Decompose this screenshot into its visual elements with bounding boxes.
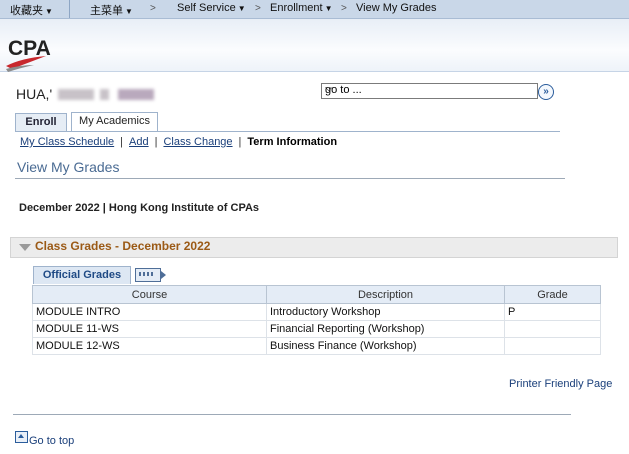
column-header-description[interactable]: Description (266, 285, 505, 304)
column-header-grade[interactable]: Grade (504, 285, 601, 304)
cell-course: MODULE 12-WS (32, 337, 267, 355)
redaction-blur (100, 89, 109, 100)
favorites-menu[interactable]: 收藏夹 ▼ (10, 2, 53, 18)
current-term-information: Term Information (247, 136, 338, 148)
go-to-top-icon[interactable] (15, 431, 28, 443)
breadcrumb-enrollment[interactable]: Enrollment ▼ (270, 2, 333, 14)
cell-description: Business Finance (Workshop) (266, 337, 505, 355)
main-menu-label: 主菜单 (90, 5, 123, 17)
breadcrumb-label: Self Service (177, 2, 236, 14)
table-row: MODULE 12-WS Business Finance (Workshop) (32, 337, 601, 355)
cell-course: MODULE 11-WS (32, 320, 267, 338)
subnav-separator: | (154, 136, 158, 148)
cell-course: MODULE INTRO (32, 303, 267, 321)
goto-go-button[interactable]: » (538, 84, 554, 100)
breadcrumb-self-service[interactable]: Self Service ▼ (177, 2, 246, 14)
page-title: View My Grades (17, 159, 120, 175)
goto-select[interactable]: go to ... ⌵ (321, 83, 538, 99)
breadcrumb-label: Enrollment (270, 2, 323, 14)
breadcrumb-sep: > (255, 3, 261, 14)
cell-grade (504, 320, 601, 338)
table-row: MODULE 11-WS Financial Reporting (Worksh… (32, 320, 601, 338)
link-add[interactable]: Add (129, 136, 149, 148)
caret-down-icon: ▼ (125, 7, 133, 16)
link-class-change[interactable]: Class Change (163, 136, 232, 148)
table-row: MODULE INTRO Introductory Workshop P (32, 303, 601, 321)
column-header-course[interactable]: Course (32, 285, 267, 304)
nav-divider (69, 0, 70, 18)
user-name-text: HUA,' (16, 86, 53, 102)
chevron-down-icon: ⌵ (325, 83, 333, 94)
top-nav-bar: 收藏夹 ▼ 主菜单 ▼ > Self Service ▼ > Enrollment ▼ … (0, 0, 629, 19)
caret-down-icon: ▼ (237, 4, 246, 13)
printer-friendly-link[interactable]: Printer Friendly Page (509, 378, 612, 390)
user-name: HUA,' (16, 86, 52, 102)
logo-swoosh-icon (6, 56, 46, 72)
favorites-label: 收藏夹 (10, 5, 43, 17)
tab-divider (15, 131, 560, 132)
tab-label: My Academics (79, 115, 150, 127)
caret-down-icon: ▼ (45, 7, 53, 16)
section-title: Class Grades - December 2022 (35, 239, 211, 253)
cell-grade (504, 337, 601, 355)
caret-down-icon: ▼ (324, 4, 333, 13)
breadcrumb-view-my-grades: View My Grades (356, 2, 437, 14)
breadcrumb-sep: > (341, 3, 347, 14)
go-to-top-link[interactable]: Go to top (29, 435, 74, 447)
tab-my-academics[interactable]: My Academics (71, 112, 158, 131)
main-menu[interactable]: 主菜单 ▼ (90, 2, 133, 18)
redaction-blur (58, 89, 94, 100)
link-my-class-schedule[interactable]: My Class Schedule (20, 136, 114, 148)
footer-divider (13, 414, 571, 415)
collapse-triangle-icon[interactable] (19, 244, 31, 251)
cell-grade: P (504, 303, 601, 321)
breadcrumb-sep: > (150, 3, 156, 14)
cell-description: Financial Reporting (Workshop) (266, 320, 505, 338)
table-header-row: Course Description Grade (32, 285, 601, 304)
term-heading: December 2022 | Hong Kong Institute of C… (19, 202, 260, 214)
redaction-blur (118, 89, 154, 100)
subnav-separator: | (120, 136, 124, 148)
tab-label: Enroll (25, 116, 57, 128)
title-divider (15, 178, 565, 179)
show-all-columns-icon[interactable] (135, 268, 166, 282)
cell-description: Introductory Workshop (266, 303, 505, 321)
header-banner: CPA (0, 19, 629, 72)
tab-official-grades[interactable]: Official Grades (33, 266, 131, 284)
sub-nav: My Class Schedule | Add | Class Change | Term … (20, 136, 337, 148)
class-grades-section-header[interactable]: Class Grades - December 2022 (10, 237, 618, 258)
subnav-separator: | (238, 136, 242, 148)
tab-enroll[interactable]: Enroll (15, 113, 67, 131)
grades-table: Course Description Grade MODULE INTRO In… (32, 285, 601, 355)
